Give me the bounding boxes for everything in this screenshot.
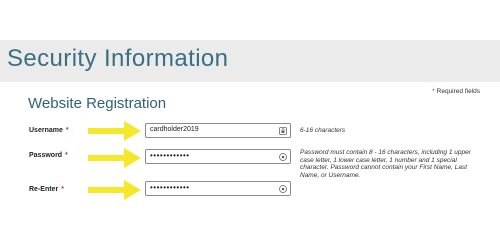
password-label: Password * [29, 152, 68, 159]
required-fields-note: * Required fields [432, 88, 480, 95]
required-star: * [65, 127, 69, 134]
section-title: Website Registration [28, 95, 167, 112]
required-star: * [61, 186, 64, 193]
password-manager-icon[interactable] [279, 153, 287, 161]
password-manager-icon[interactable] [279, 127, 287, 135]
required-star: * [65, 152, 68, 159]
reenter-password-value: •••••••••••• [150, 183, 190, 192]
required-fields-text: Required fields [436, 88, 480, 95]
username-input[interactable]: cardholder2019 [145, 123, 291, 138]
username-label: Username * [29, 127, 69, 134]
password-input[interactable]: •••••••••••• [145, 149, 291, 164]
required-star: * [432, 88, 435, 95]
password-manager-icon[interactable] [279, 185, 287, 193]
password-value: •••••••••••• [150, 151, 190, 160]
reenter-label-text: Re-Enter [29, 186, 59, 193]
username-hint: 6-16 characters [300, 127, 346, 134]
yellow-arrow-icon [88, 148, 141, 168]
username-value: cardholder2019 [150, 126, 199, 133]
reenter-password-input[interactable]: •••••••••••• [145, 181, 291, 196]
security-information-page: Security Information * Required fields We… [0, 0, 500, 250]
yellow-arrow-icon [88, 121, 141, 141]
page-title: Security Information [7, 45, 229, 72]
top-spacer [0, 0, 500, 40]
password-hint: Password must contain 8 - 16 characters,… [300, 149, 471, 179]
yellow-arrow-icon [88, 180, 141, 200]
reenter-label: Re-Enter * [29, 186, 64, 193]
password-label-text: Password [29, 152, 63, 159]
username-label-text: Username [29, 127, 63, 134]
